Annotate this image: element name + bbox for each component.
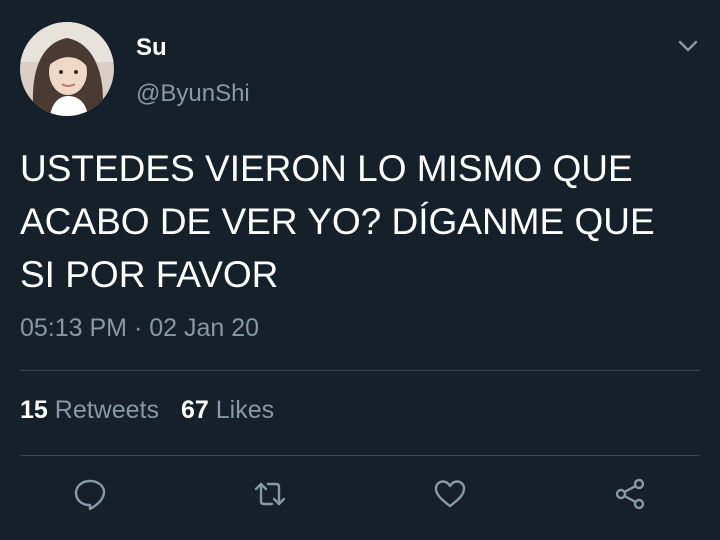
- heart-icon: [434, 480, 466, 508]
- retweets-label: Retweets: [54, 396, 159, 424]
- avatar-image: [20, 22, 114, 116]
- divider: [20, 455, 700, 456]
- retweets-count: 15: [20, 396, 48, 424]
- tweet-stats: 15 Retweets 67 Likes: [20, 396, 274, 425]
- likes-stat[interactable]: 67 Likes: [181, 396, 274, 424]
- display-name[interactable]: Su: [136, 34, 167, 62]
- like-button[interactable]: [430, 474, 470, 514]
- retweets-stat[interactable]: 15 Retweets: [20, 396, 159, 424]
- share-button[interactable]: [610, 474, 650, 514]
- tweet-timestamp: 05:13 PM · 02 Jan 20: [20, 314, 260, 342]
- divider: [20, 370, 700, 371]
- likes-count: 67: [180, 396, 209, 424]
- likes-label: Likes: [215, 396, 275, 424]
- avatar[interactable]: [20, 22, 114, 116]
- reply-icon: [74, 479, 106, 511]
- share-icon: [615, 478, 645, 510]
- tweet-text: USTEDES VIERON LO MISMO QUE ACABO DE VER…: [20, 148, 655, 295]
- reply-button[interactable]: [70, 474, 110, 514]
- chevron-down-icon[interactable]: [676, 36, 700, 56]
- retweet-icon: [254, 482, 286, 506]
- user-handle[interactable]: @ByunShi: [136, 80, 250, 108]
- tweet-card: Su @ByunShi USTEDES VIERON LO MISMO QUE …: [0, 0, 720, 540]
- retweet-button[interactable]: [250, 474, 290, 514]
